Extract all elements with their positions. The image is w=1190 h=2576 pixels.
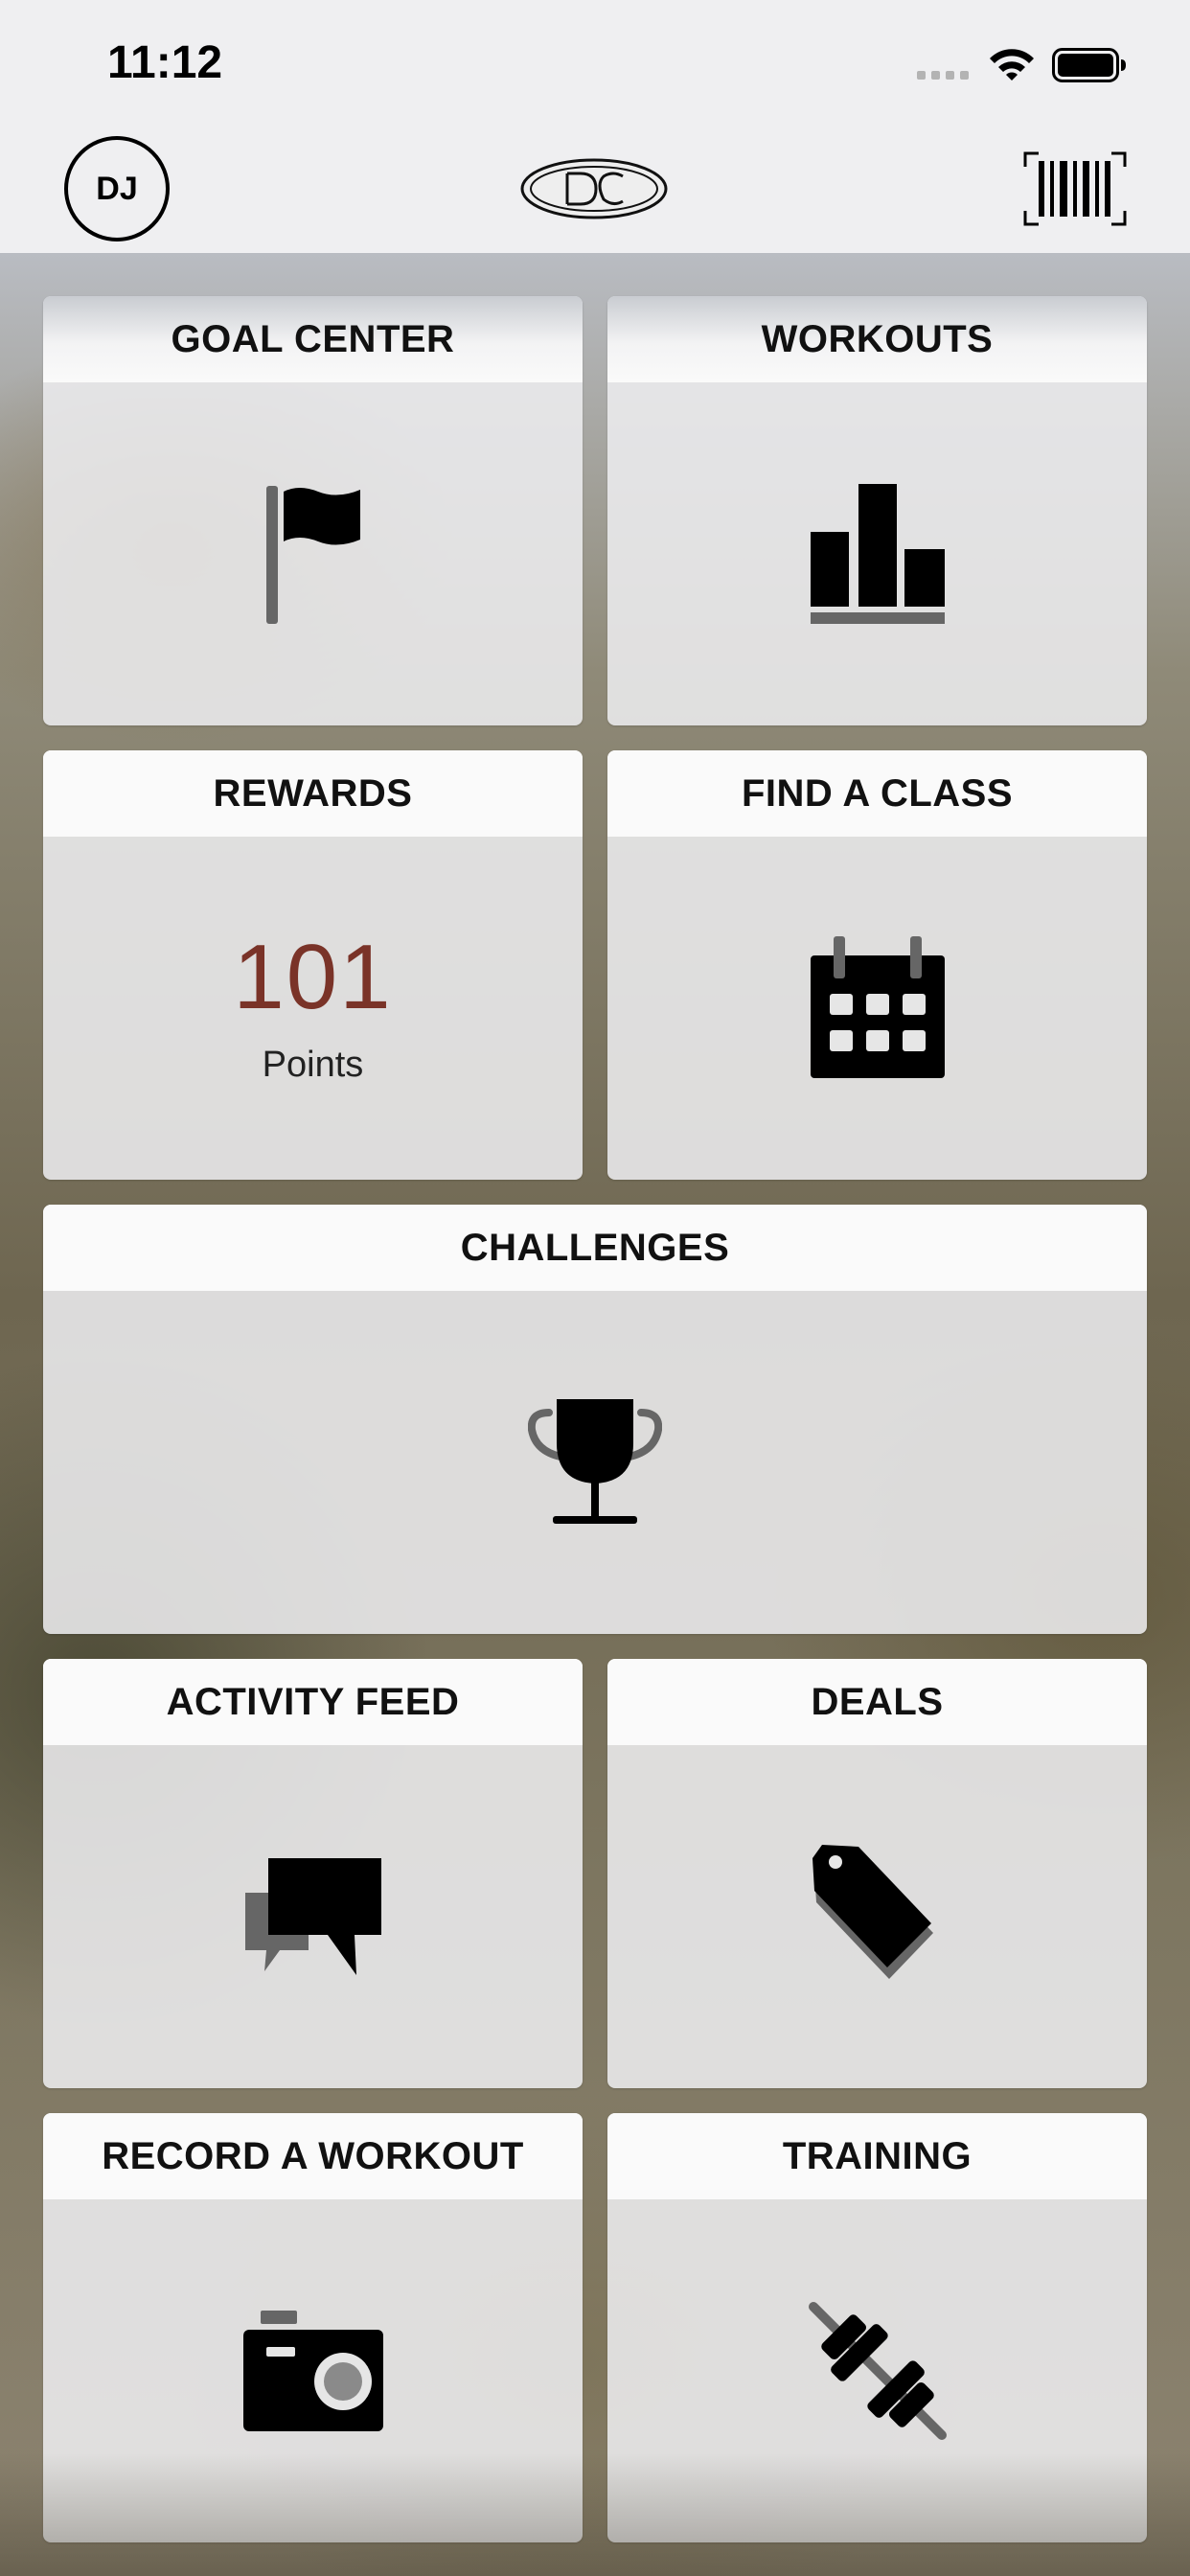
tag-icon xyxy=(812,1845,933,1979)
dumbbell-icon xyxy=(808,2302,947,2440)
chat-bubbles-icon xyxy=(244,1858,381,1975)
battery-icon xyxy=(1052,48,1126,82)
find-a-class-tile[interactable]: FIND A CLASS xyxy=(607,750,1147,1180)
goal-center-tile[interactable]: GOAL CENTER xyxy=(43,296,583,725)
avatar-initials: DJ xyxy=(96,170,138,207)
activity-feed-tile[interactable]: ACTIVITY FEED xyxy=(43,1659,583,2088)
workouts-tile[interactable]: WORKOUTS xyxy=(607,296,1147,725)
cellular-signal-icon xyxy=(917,71,969,80)
trophy-icon xyxy=(528,1399,662,1524)
barcode-icon[interactable] xyxy=(1021,151,1129,226)
tile-title: ACTIVITY FEED xyxy=(43,1659,583,1745)
status-time: 11:12 xyxy=(107,37,223,88)
tile-title: CHALLENGES xyxy=(43,1205,1147,1291)
tile-title: TRAINING xyxy=(607,2113,1147,2199)
status-bar: 11:12 xyxy=(0,0,1190,125)
flag-icon xyxy=(265,486,360,624)
tile-title: DEALS xyxy=(607,1659,1147,1745)
rewards-points-label: Points xyxy=(262,1044,364,1085)
tile-title: FIND A CLASS xyxy=(607,750,1147,837)
profile-avatar-button[interactable]: DJ xyxy=(64,136,170,242)
club-logo-icon xyxy=(520,158,668,219)
challenges-tile[interactable]: CHALLENGES xyxy=(43,1205,1147,1634)
training-tile[interactable]: TRAINING xyxy=(607,2113,1147,2542)
camera-icon xyxy=(242,2311,383,2431)
deals-tile[interactable]: DEALS xyxy=(607,1659,1147,2088)
tile-title: GOAL CENTER xyxy=(43,296,583,382)
record-a-workout-tile[interactable]: RECORD A WORKOUT xyxy=(43,2113,583,2542)
calendar-icon xyxy=(810,936,945,1078)
wifi-icon xyxy=(990,49,1034,80)
tile-title: RECORD A WORKOUT xyxy=(43,2113,583,2199)
tile-title: REWARDS xyxy=(43,750,583,837)
rewards-points-value: 101 xyxy=(233,925,393,1028)
bar-chart-icon xyxy=(810,484,945,624)
rewards-tile[interactable]: REWARDS 101 Points xyxy=(43,750,583,1180)
tile-title: WORKOUTS xyxy=(607,296,1147,382)
